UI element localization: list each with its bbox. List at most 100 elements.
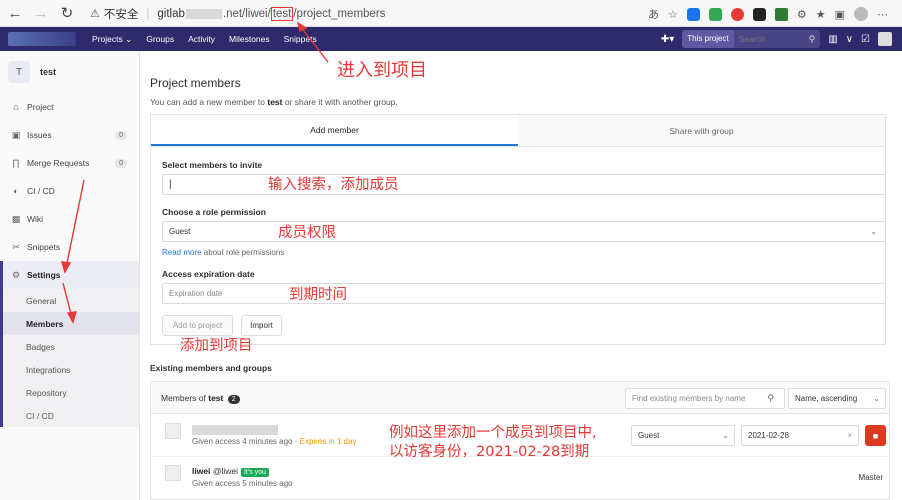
search-icon: ⚲	[767, 393, 774, 403]
remove-member-button[interactable]: ■	[865, 425, 886, 446]
subtitle-pre: You can add a new member to	[150, 97, 268, 107]
find-members-input[interactable]: Find existing members by name ⚲	[625, 388, 785, 409]
annotation-example-line1: 例如这里添加一个成员到项目中,	[389, 425, 597, 441]
sidebar-subitem-members[interactable]: Members	[3, 312, 139, 335]
sidebar-item-issues[interactable]: ▣ Issues 0	[0, 121, 139, 149]
translate-icon[interactable]: あ	[648, 6, 659, 22]
sidebar-item-project[interactable]: ⌂ Project	[0, 93, 139, 121]
scissors-icon: ✂	[12, 241, 20, 252]
book-icon: ▩	[11, 213, 21, 224]
issues-count-badge: 0	[115, 130, 127, 140]
sidebar-subitem-integrations[interactable]: Integrations	[3, 358, 139, 381]
chevron-down-icon: ⌄	[870, 227, 877, 236]
member-meta: Given access 4 minutes ago · Expires in …	[192, 437, 357, 446]
sidebar-item-merge-requests[interactable]: ∏ Merge Requests 0	[0, 149, 139, 177]
expiration-label: Access expiration date	[162, 269, 255, 279]
rocket-icon: ◐	[13, 186, 19, 196]
todos-nav-icon[interactable]: ☑	[861, 34, 870, 45]
sort-value: Name, ascending	[795, 394, 858, 403]
browser-toolbar: ← → ↻ ⚠ 不安全 | gitlab .net/liwei/ test /p…	[0, 0, 902, 27]
read-more-link[interactable]: Read more	[162, 248, 202, 257]
member-row: liwei @liwei It's you Given access 5 minu…	[151, 457, 889, 499]
browser-profile-avatar[interactable]	[854, 7, 868, 21]
search-icon: ⚲	[808, 33, 816, 44]
nav-projects[interactable]: Projects ⌄	[92, 34, 132, 45]
forward-icon[interactable]: →	[30, 2, 52, 24]
tab-add-member[interactable]: Add member	[151, 115, 518, 146]
tab-share-with-group[interactable]: Share with group	[518, 115, 885, 146]
member-role-select[interactable]: Guest ⌄	[631, 425, 735, 446]
sidebar-item-label: Project	[27, 102, 54, 112]
sort-select[interactable]: Name, ascending ⌄	[788, 388, 886, 409]
merge-requests-nav-icon[interactable]: ∨	[846, 34, 853, 45]
annotation-enter-project: 进入到项目	[337, 60, 427, 81]
project-avatar: T	[8, 61, 30, 83]
sidebar-item-wiki[interactable]: ▩ Wiki	[0, 205, 139, 233]
import-button[interactable]: Import	[241, 315, 282, 336]
puzzle-icon[interactable]: ⚙	[797, 8, 807, 21]
clear-icon[interactable]: ×	[847, 431, 852, 440]
sidebar-item-settings[interactable]: ⚙ Settings	[0, 261, 139, 289]
sidebar-subitem-repository[interactable]: Repository	[3, 381, 139, 404]
chevron-down-icon: ⌄	[722, 431, 729, 440]
sidebar-project-header[interactable]: T test	[0, 51, 139, 93]
address-bar[interactable]: ⚠ 不安全 | gitlab .net/liwei/ test /project…	[90, 3, 620, 24]
gitlab-logo[interactable]	[8, 32, 76, 46]
collections-icon[interactable]: ▣	[835, 8, 845, 21]
url-host-suffix: .net/liwei/	[222, 7, 271, 20]
new-item-icon[interactable]: ✚▾	[661, 34, 674, 45]
sidebar-item-label: Snippets	[27, 242, 61, 252]
sidebar-subitem-general[interactable]: General	[3, 289, 139, 312]
extension-off-icon[interactable]	[708, 7, 722, 21]
issues-nav-icon[interactable]: ▥	[828, 34, 837, 45]
nav-milestones[interactable]: Milestones	[229, 34, 270, 44]
member-username: liwei	[192, 466, 211, 476]
role-help-text: Read more about role permissions	[162, 248, 284, 257]
favorites-icon[interactable]: ★	[816, 8, 826, 21]
member-role-value: Guest	[638, 431, 660, 440]
page-title: Project members	[150, 76, 241, 90]
its-you-badge: It's you	[240, 468, 269, 477]
merge-request-icon: ∏	[12, 158, 20, 168]
star-icon[interactable]: ☆	[668, 8, 678, 21]
address-divider: |	[146, 7, 150, 20]
sidebar-item-label: Settings	[27, 270, 61, 280]
nav-groups[interactable]: Groups	[146, 34, 174, 44]
sidebar-subitem-ci-cd[interactable]: CI / CD	[3, 404, 139, 427]
member-expires: Expires in 1 day	[299, 437, 357, 446]
search-scope-badge: This project	[682, 30, 734, 48]
sidebar-item-label: CI / CD	[27, 186, 55, 196]
member-role-static: Master	[858, 473, 883, 482]
extension-dark-icon[interactable]	[752, 7, 766, 21]
member-given-access: Given access 4 minutes ago	[192, 437, 293, 446]
extension-red-icon[interactable]	[730, 7, 744, 21]
nav-activity[interactable]: Activity	[188, 34, 215, 44]
global-search-input[interactable]	[733, 34, 804, 44]
sidebar-item-label: Wiki	[27, 214, 44, 224]
extension-blue-icon[interactable]	[686, 7, 700, 21]
sidebar-subitem-badges[interactable]: Badges	[3, 335, 139, 358]
browser-menu-icon[interactable]: ⋯	[877, 8, 888, 21]
user-avatar[interactable]	[878, 32, 892, 46]
url-project-highlight: test	[270, 6, 294, 21]
sidebar-item-label: Merge Requests	[27, 158, 90, 168]
add-to-project-button[interactable]: Add to project	[162, 315, 233, 336]
sidebar-item-snippets[interactable]: ✂ Snippets	[0, 233, 139, 261]
annotation-example-line2: 以访客身份，2021-02-28到期	[389, 444, 590, 460]
member-avatar	[165, 423, 181, 439]
expiration-date-input[interactable]: Expiration date	[162, 283, 886, 304]
read-more-rest: about role permissions	[201, 248, 285, 257]
back-icon[interactable]: ←	[4, 2, 26, 24]
role-permission-select[interactable]: Guest ⌄	[162, 221, 886, 242]
member-avatar	[165, 465, 181, 481]
role-permission-value: Guest	[169, 227, 191, 236]
gitlab-top-nav: Projects ⌄ Groups Activity Milestones Sn…	[0, 27, 902, 51]
nav-snippets[interactable]: Snippets	[284, 34, 317, 44]
member-expiration-input[interactable]: 2021-02-28 ×	[741, 425, 859, 446]
role-permission-label: Choose a role permission	[162, 207, 266, 217]
reload-icon[interactable]: ↻	[56, 2, 78, 24]
sidebar-item-ci-cd[interactable]: ◐ CI / CD	[0, 177, 139, 205]
subtitle-project: test	[267, 97, 283, 107]
shield-icon[interactable]	[774, 7, 788, 21]
global-search[interactable]: This project ⚲	[682, 30, 821, 48]
